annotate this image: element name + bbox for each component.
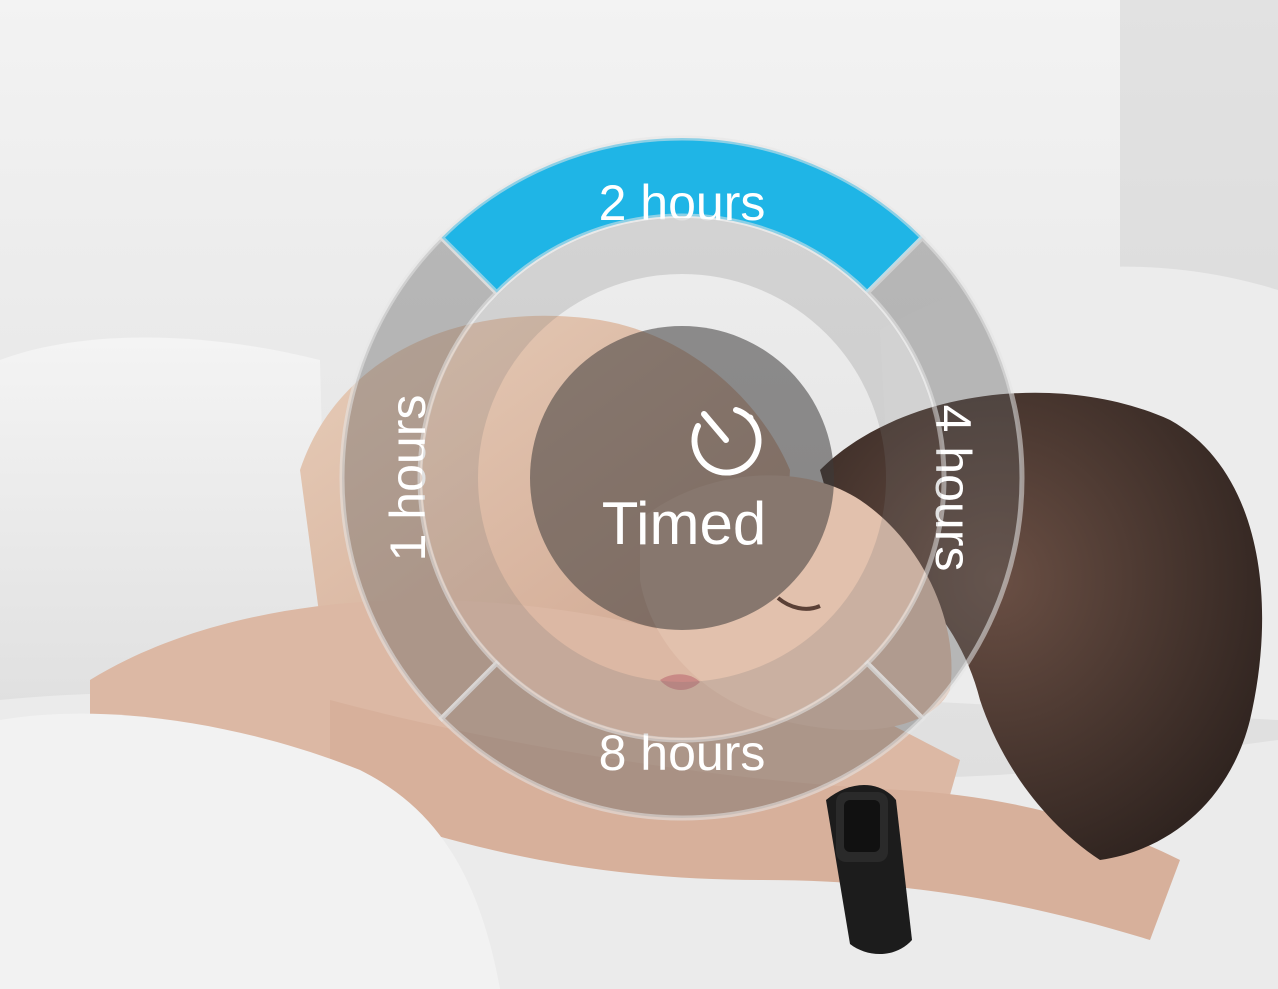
timed-label: Timed [602,490,766,557]
product-banner: 2 hours 1 hours 4 hours 8 hours Timed [0,0,1278,989]
timed-center-button[interactable] [530,326,834,630]
timer-wheel: 2 hours 1 hours 4 hours 8 hours Timed [339,135,1025,821]
